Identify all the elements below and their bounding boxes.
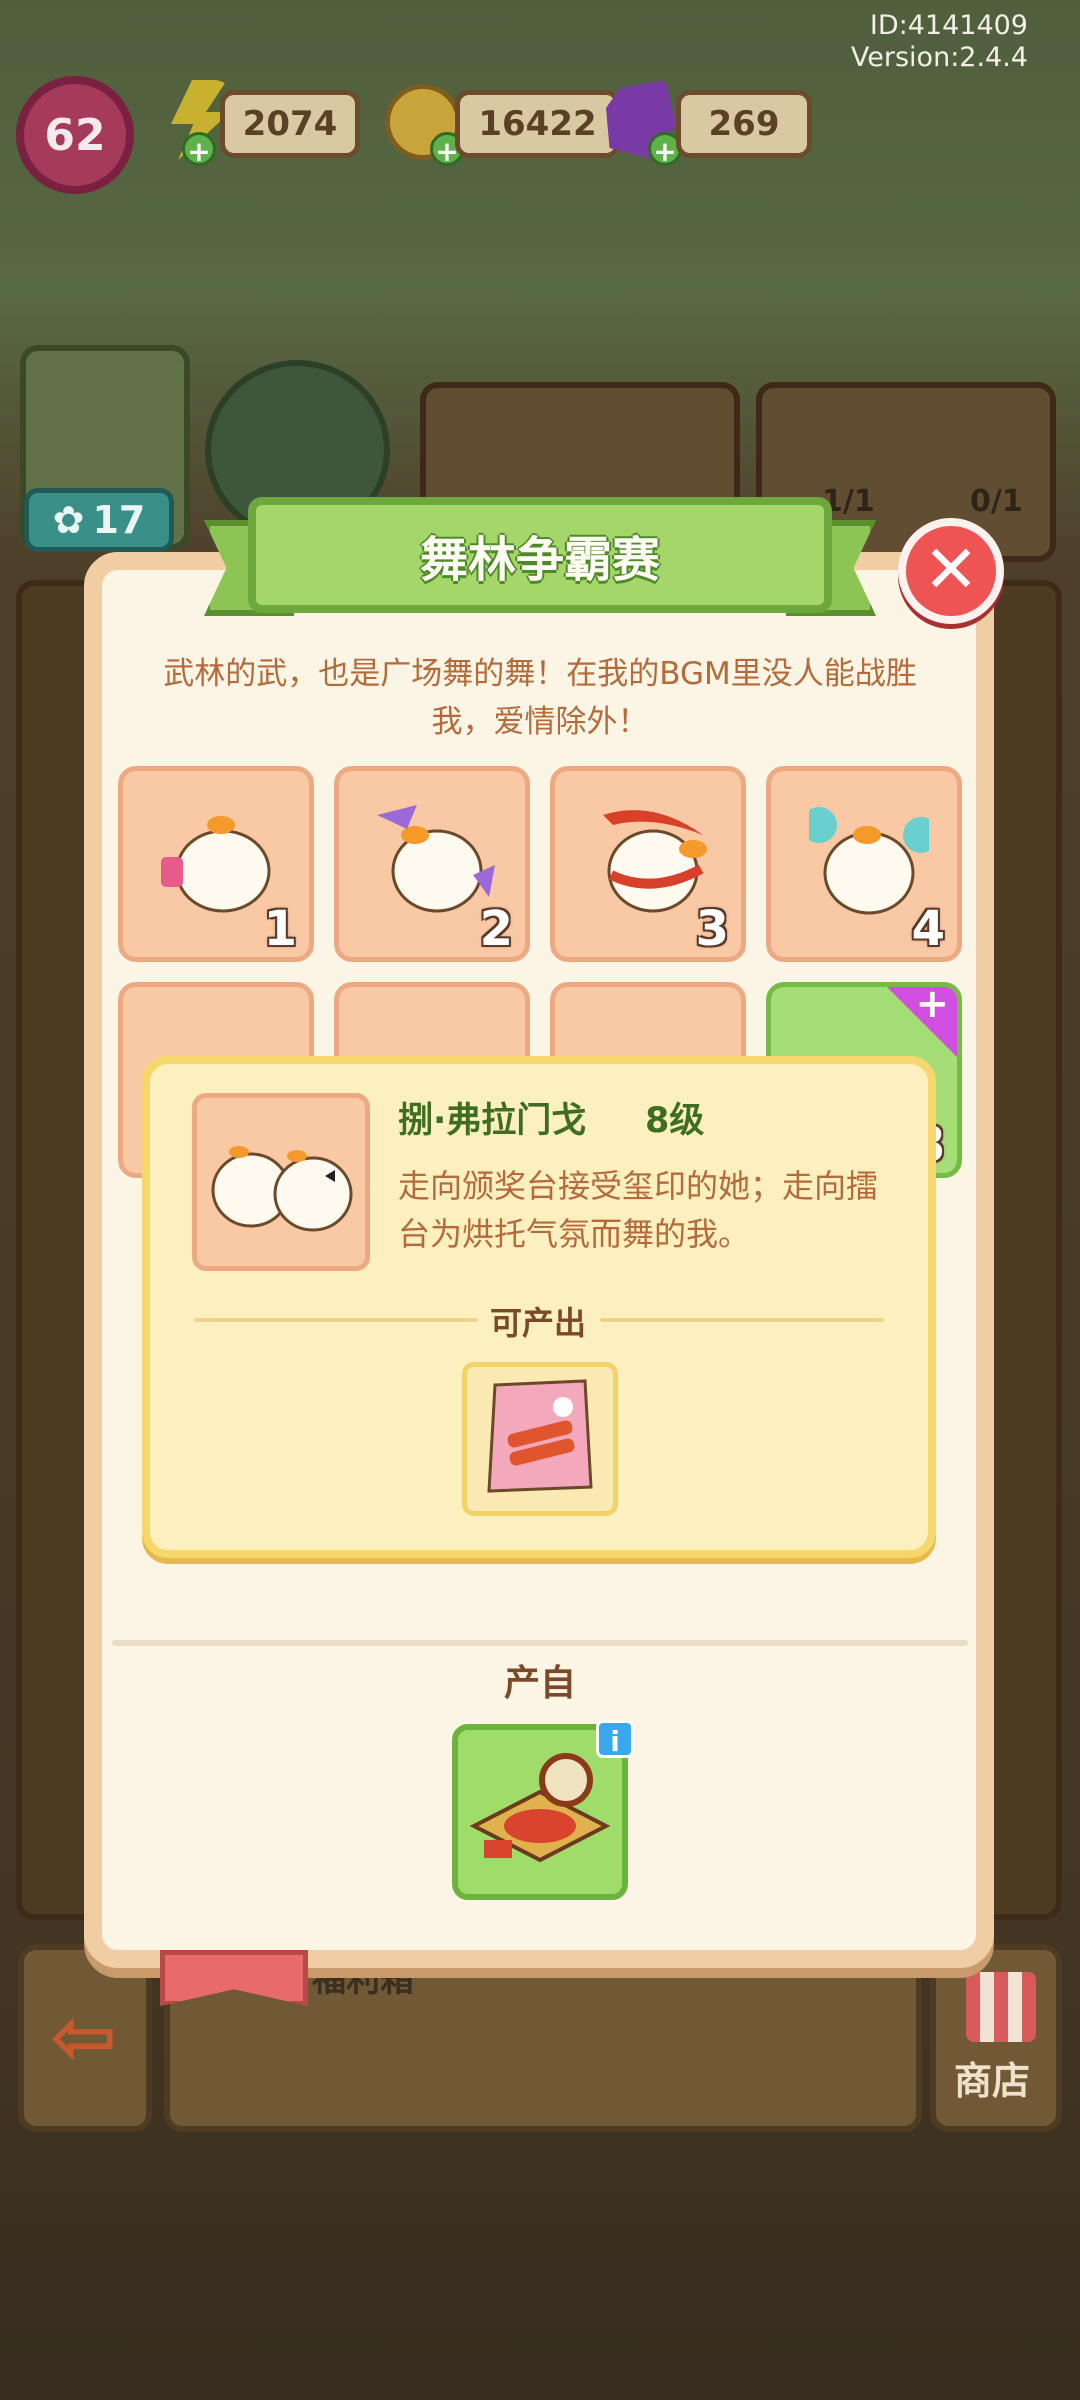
- source-separator: [112, 1640, 968, 1646]
- collection-item-1[interactable]: 1: [118, 766, 314, 962]
- produces-label: 可产出: [490, 1304, 587, 1342]
- item-detail-description: 走向颁奖台接受玺印的她；走向擂台为烘托气氛而舞的我。: [398, 1167, 879, 1253]
- coin-value: 16422: [478, 104, 597, 144]
- exit-icon: ⇦: [50, 1990, 118, 2083]
- modal-description: 武林的武，也是广场舞的舞！在我的BGM里没人能战胜我，爱情除外！: [163, 656, 917, 740]
- produces-divider-left: [194, 1318, 478, 1322]
- player-level-value: 62: [44, 109, 106, 161]
- close-button[interactable]: ✕: [898, 518, 1004, 624]
- collection-item-3[interactable]: 3: [550, 766, 746, 962]
- task-progress-2: 0/1: [970, 484, 1023, 519]
- item-number: 4: [911, 901, 945, 957]
- gem-counter: 269: [676, 90, 812, 158]
- energy-value: 2074: [242, 104, 338, 144]
- friend-count-value: 17: [92, 498, 146, 542]
- collection-item-4[interactable]: 4: [766, 766, 962, 962]
- player-id: ID:4141409: [869, 10, 1028, 41]
- item-number: 1: [263, 901, 297, 957]
- item-detail-level: 8级: [645, 1101, 705, 1141]
- plus-icon: +: [915, 982, 949, 1027]
- produced-item-slot[interactable]: [462, 1362, 618, 1516]
- gem-value: 269: [708, 104, 780, 144]
- friend-count-badge: ✿ 17: [24, 488, 174, 552]
- item-detail-name: 捌·弗拉门戈: [398, 1101, 587, 1141]
- produces-divider-right: [600, 1318, 884, 1322]
- build-info: ID:4141409 Version:2.4.4: [851, 10, 1028, 74]
- source-label: 产自: [503, 1663, 576, 1704]
- shop-icon: [966, 1972, 1036, 2042]
- item-number: 3: [695, 901, 729, 957]
- collection-item-2[interactable]: 2: [334, 766, 530, 962]
- coin-counter: 16422: [455, 90, 620, 158]
- exit-button[interactable]: ⇦: [18, 1944, 152, 2132]
- snack-bag-icon: [487, 1379, 593, 1493]
- flamenco-duck-pair-icon: [211, 1146, 353, 1232]
- item-number: 2: [479, 901, 513, 957]
- shop-label: 商店: [954, 2059, 1031, 2103]
- player-level-badge[interactable]: 62: [16, 76, 134, 194]
- modal-title-banner: 舞林争霸赛: [248, 497, 832, 613]
- energy-counter: 2074: [220, 90, 360, 158]
- clover-icon: ✿: [52, 498, 85, 542]
- shop-button[interactable]: 商店: [930, 1944, 1062, 2132]
- version-text: Version:2.4.4: [850, 42, 1028, 73]
- item-detail-image: [192, 1093, 370, 1271]
- source-info-icon[interactable]: i: [596, 1720, 634, 1758]
- modal-title: 舞林争霸赛: [419, 532, 660, 588]
- add-energy-button[interactable]: +: [182, 132, 216, 168]
